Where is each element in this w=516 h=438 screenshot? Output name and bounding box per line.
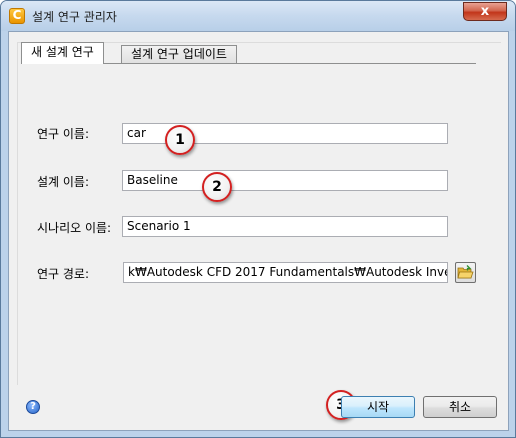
browse-folder-button[interactable] [455, 262, 476, 283]
design-name-label: 설계 이름: [37, 175, 90, 189]
callout-2: 2 [202, 172, 232, 202]
study-path-label: 연구 경로: [37, 267, 90, 281]
close-button[interactable]: x [463, 2, 507, 21]
callout-1: 1 [165, 125, 195, 155]
app-icon: C [9, 8, 25, 24]
study-path-input[interactable]: k₩Autodesk CFD 2017 Fundamentals₩Autodes… [123, 262, 448, 283]
scenario-name-input[interactable]: Scenario 1 [122, 216, 448, 237]
title-bar[interactable]: C 설계 연구 관리자 x [1, 1, 515, 31]
design-name-input[interactable]: Baseline [122, 170, 448, 191]
tab-update-design-study[interactable]: 설계 연구 업데이트 [121, 45, 237, 64]
cancel-button[interactable]: 취소 [423, 396, 497, 418]
content-panel [17, 42, 501, 385]
start-button[interactable]: 시작 [341, 396, 415, 418]
scenario-name-label: 시나리오 이름: [37, 221, 112, 235]
study-name-label: 연구 이름: [37, 127, 90, 141]
window-title: 설계 연구 관리자 [32, 10, 117, 24]
help-icon[interactable]: ? [26, 400, 40, 414]
open-folder-icon [457, 265, 474, 279]
tab-new-design-study[interactable]: 새 설계 연구 [21, 42, 104, 64]
